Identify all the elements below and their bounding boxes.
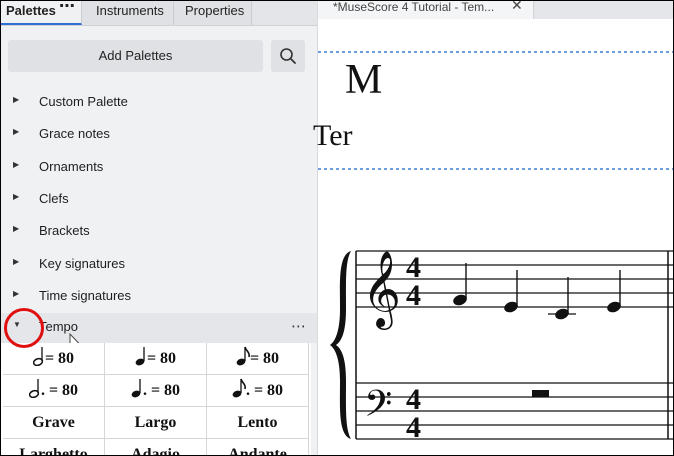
collapsed-triangle-icon[interactable]: ▶ <box>13 224 19 233</box>
tab-properties-label: Properties <box>185 3 245 18</box>
palette-item-key-signatures[interactable]: ▶ Key signatures <box>1 250 317 278</box>
palette-item-ornaments[interactable]: ▶ Ornaments <box>1 153 317 181</box>
tempo-cell-label: . = 80 <box>245 382 284 399</box>
half-note-icon <box>28 379 41 399</box>
search-icon <box>280 48 296 64</box>
collapsed-triangle-icon[interactable]: ▶ <box>13 160 19 169</box>
tempo-cell[interactable]: Larghetto <box>3 439 105 456</box>
whole-rest[interactable] <box>532 390 549 397</box>
tempo-cell[interactable]: = 80 <box>3 343 105 375</box>
palette-item-brackets[interactable]: ▶ Brackets <box>1 217 317 245</box>
tab-instruments[interactable]: Instruments <box>82 1 174 25</box>
collapsed-triangle-icon[interactable]: ▶ <box>13 289 19 298</box>
treble-staff <box>356 250 673 308</box>
tempo-cell[interactable]: Lento <box>207 407 309 439</box>
half-note-icon <box>32 347 45 367</box>
eighth-note-icon <box>236 346 250 367</box>
palette-item-label: Tempo <box>39 319 79 334</box>
collapsed-triangle-icon[interactable]: ▶ <box>13 192 19 201</box>
tempo-cell-label: Larghetto <box>19 446 88 456</box>
bass-clef-icon: 𝄢 <box>364 383 392 434</box>
score-tab[interactable]: *MuseScore 4 Tutorial - Tem... ✕ <box>318 1 534 19</box>
tempo-cell[interactable]: Adagio <box>105 439 207 456</box>
note-c4[interactable] <box>548 277 576 321</box>
tab-palettes[interactable]: Palettes ⋯ <box>1 1 82 25</box>
quarter-note-icon <box>135 347 147 367</box>
search-palettes-button[interactable] <box>271 40 305 72</box>
tempo-cell-label: Largo <box>134 414 177 431</box>
panel-tab-bar: Palettes ⋯ Instruments Properties <box>1 1 317 26</box>
treble-clef-icon: 𝄞 <box>362 250 401 330</box>
note-e4[interactable] <box>452 263 469 307</box>
score-tab-title: *MuseScore 4 Tutorial - Tem... <box>333 0 495 14</box>
palette-item-clefs[interactable]: ▶ Clefs <box>1 185 317 213</box>
palette-item-time-signatures[interactable]: ▶ Time signatures <box>1 282 317 310</box>
quarter-note-icon <box>131 379 143 399</box>
note-d4-2[interactable] <box>606 270 623 314</box>
palette-item-label: Brackets <box>39 223 90 239</box>
score-title[interactable]: M <box>345 56 382 104</box>
palettes-panel: Palettes ⋯ Instruments Properties Add Pa… <box>1 1 318 456</box>
tempo-cell[interactable]: = 80 <box>105 343 207 375</box>
tab-instruments-label: Instruments <box>96 3 164 18</box>
palette-item-grace-notes[interactable]: ▶ Grace notes <box>1 120 317 148</box>
palette-item-label: Key signatures <box>39 255 125 271</box>
eighth-note-icon <box>232 378 246 399</box>
palette-item-tempo[interactable]: ▼ Tempo ⋯ <box>1 313 317 351</box>
palette-item-label: Clefs <box>39 190 69 206</box>
tempo-cell[interactable]: Largo <box>105 407 207 439</box>
tab-properties[interactable]: Properties <box>174 1 252 25</box>
bass-staff <box>356 382 673 440</box>
tempo-cell-label: Andante <box>228 446 287 456</box>
tempo-cell-label: . = 80 <box>40 382 79 399</box>
score-subtitle[interactable]: Ter <box>313 119 353 153</box>
grand-staff-brace <box>330 251 351 439</box>
collapsed-triangle-icon[interactable]: ▶ <box>13 95 19 104</box>
palette-item-label: Ornaments <box>39 158 104 174</box>
tempo-cell[interactable]: Grave <box>3 407 105 439</box>
close-icon[interactable]: ✕ <box>511 1 523 12</box>
palette-item-label: Time signatures <box>39 287 131 303</box>
tempo-palette-grid: = 80 = 80 = 80 . = 80 . = 80 . = 80 Grave Largo… <box>1 343 311 456</box>
palette-item-label: Grace notes <box>39 126 110 142</box>
palettes-more-icon[interactable]: ⋯ <box>59 1 76 17</box>
tempo-more-icon[interactable]: ⋯ <box>291 317 307 335</box>
tempo-cell-label: = 80 <box>146 350 177 367</box>
bass-time-sig-bottom: 4 <box>406 411 421 444</box>
highlight-circle <box>4 308 44 348</box>
tab-palettes-label: Palettes <box>6 3 56 18</box>
tempo-cell-label: = 80 <box>249 350 280 367</box>
tempo-cell[interactable]: . = 80 <box>207 375 309 407</box>
tempo-cell-label: . = 80 <box>142 382 181 399</box>
app-window: Palettes ⋯ Instruments Properties Add Pa… <box>0 0 674 456</box>
tempo-cell-label: = 80 <box>44 350 75 367</box>
collapsed-triangle-icon[interactable]: ▶ <box>13 257 19 266</box>
collapsed-triangle-icon[interactable]: ▶ <box>13 127 19 136</box>
tempo-cell-label: Adagio <box>131 446 180 456</box>
tempo-cell-label: Grave <box>32 414 75 431</box>
tempo-cell-label: Lento <box>237 414 278 431</box>
treble-time-sig-bottom: 4 <box>406 279 421 312</box>
note-d4[interactable] <box>503 270 520 314</box>
tempo-cell[interactable]: . = 80 <box>105 375 207 407</box>
tempo-cell[interactable]: = 80 <box>207 343 309 375</box>
tempo-cell[interactable]: . = 80 <box>3 375 105 407</box>
tempo-cell[interactable]: Andante <box>207 439 309 456</box>
add-palettes-button[interactable]: Add Palettes <box>8 40 263 72</box>
score-tab-bar: *MuseScore 4 Tutorial - Tem... ✕ <box>318 1 673 19</box>
palette-item-label: Custom Palette <box>39 94 128 109</box>
palette-item-custom-palette[interactable]: ▶ Custom Palette <box>1 88 317 116</box>
